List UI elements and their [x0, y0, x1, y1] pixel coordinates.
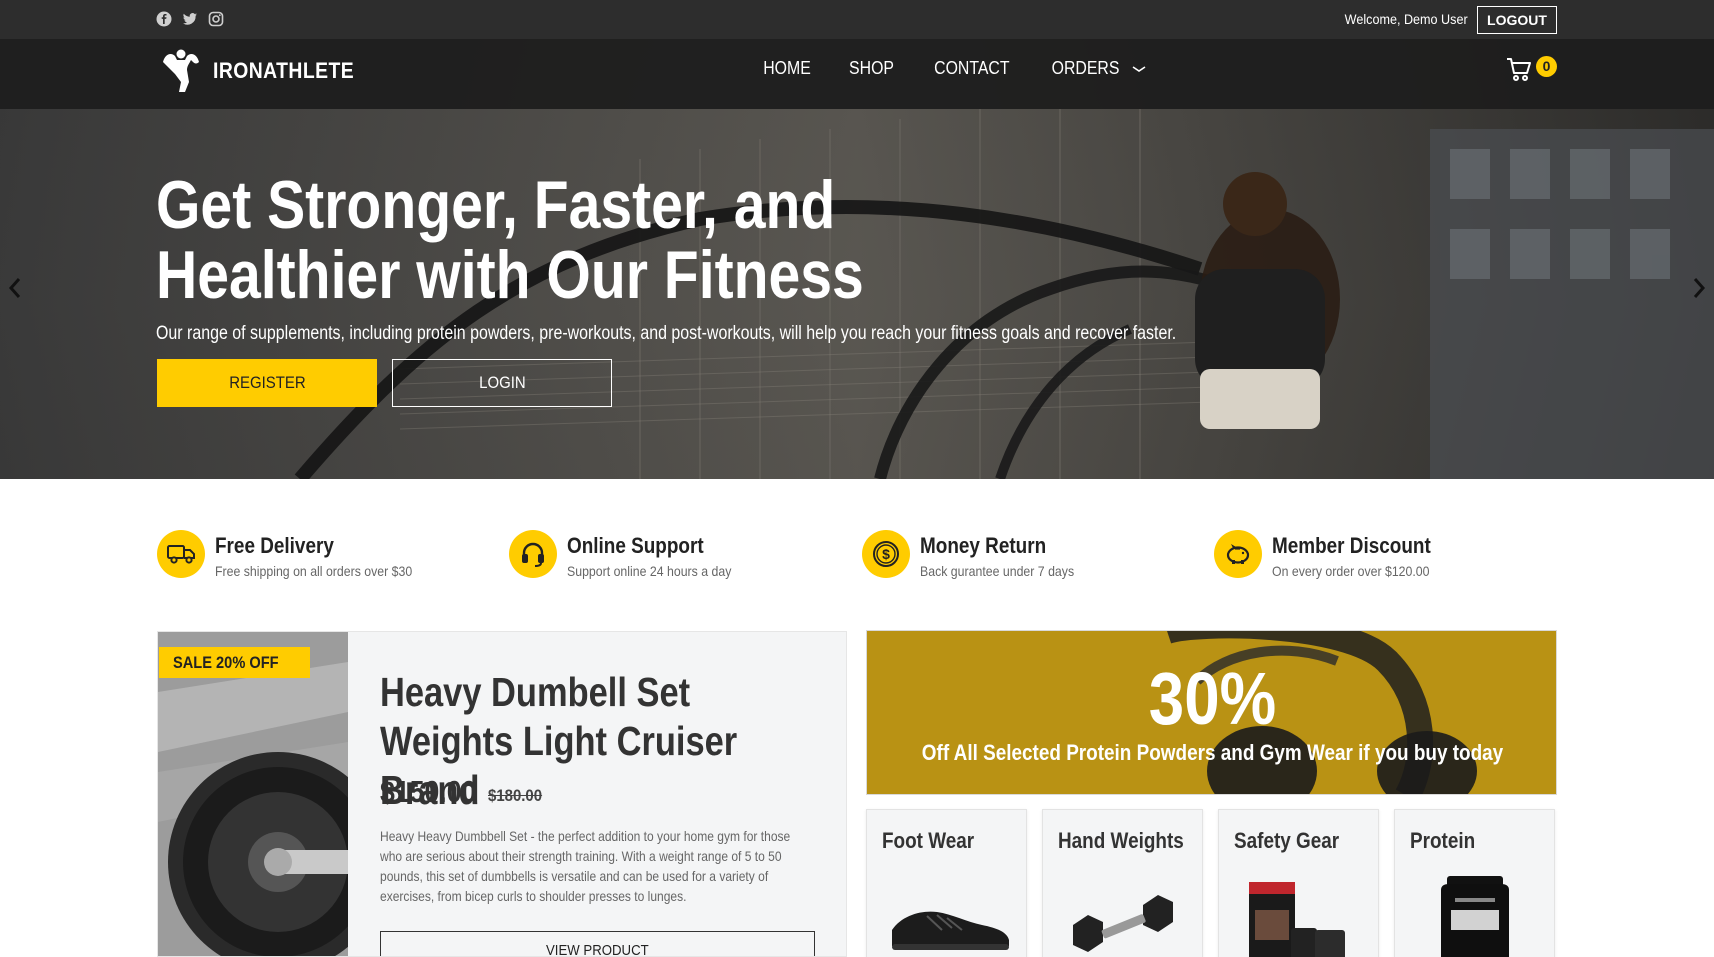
feature-subtitle: Free shipping on all orders over $30: [215, 563, 413, 579]
promo-text: Off All Selected Protein Powders and Gym…: [921, 740, 1504, 765]
sale-badge: SALE 20% OFF: [159, 647, 310, 678]
product-old-price: $180.00: [488, 786, 543, 805]
category-title: Foot Wear: [882, 828, 975, 853]
twitter-icon[interactable]: [182, 11, 198, 27]
register-button[interactable]: REGISTER: [157, 359, 377, 407]
feature-title: Member Discount: [1272, 533, 1431, 558]
category-title: Safety Gear: [1234, 828, 1340, 853]
bodybuilder-logo-icon: [163, 49, 199, 92]
feature-title: Online Support: [567, 533, 704, 558]
featured-product-card: SALE 20% OFF Heavy Dumbell Set Weights L…: [157, 631, 847, 957]
view-product-label: VIEW PRODUCT: [546, 942, 649, 957]
feature-title: Free Delivery: [215, 533, 334, 558]
feature-subtitle: On every order over $120.00: [1272, 563, 1430, 579]
nav-orders-dropdown[interactable]: ORDERS: [1047, 58, 1146, 79]
cart-button[interactable]: [1505, 55, 1533, 88]
nav-home[interactable]: HOME: [763, 58, 811, 79]
protein-tub-image: [1441, 876, 1509, 957]
carousel-next-button[interactable]: [1690, 276, 1708, 300]
view-product-button[interactable]: VIEW PRODUCT: [380, 931, 815, 957]
feature-free-delivery: Free Delivery Free shipping on all order…: [157, 530, 439, 579]
nav-shop[interactable]: SHOP: [849, 58, 894, 79]
cart-icon: [1507, 58, 1531, 81]
product-description: Heavy Heavy Dumbbell Set - the perfect a…: [380, 828, 791, 904]
feature-money-return: $ Money Return Back gurantee under 7 day…: [862, 530, 1095, 579]
category-foot-wear[interactable]: Foot Wear: [866, 809, 1027, 957]
feature-subtitle: Back gurantee under 7 days: [920, 563, 1075, 579]
chevron-down-icon: [1132, 58, 1146, 79]
dumbbell-image: [1073, 895, 1173, 952]
truck-icon: [157, 530, 205, 578]
category-safety-gear[interactable]: Safety Gear: [1218, 809, 1379, 957]
piggy-bank-icon: [1214, 530, 1262, 578]
category-protein[interactable]: Protein: [1394, 809, 1555, 957]
chevron-right-icon: [1693, 278, 1706, 298]
top-bar: Welcome, Demo User LOGOUT: [0, 0, 1714, 39]
shoe-image: [892, 911, 1009, 950]
sale-badge-label: SALE 20% OFF: [173, 653, 279, 672]
category-title: Protein: [1410, 828, 1476, 853]
hero-subtitle: Our range of supplements, including prot…: [156, 323, 1177, 344]
feature-subtitle: Support online 24 hours a day: [567, 563, 732, 579]
welcome-text: Welcome, Demo User: [1344, 11, 1468, 27]
social-links: [156, 11, 224, 27]
brand-name: IRONATHLETE: [213, 58, 355, 83]
nav-orders[interactable]: ORDERS: [1051, 58, 1119, 79]
category-title: Hand Weights: [1058, 828, 1184, 853]
promo-banner[interactable]: 30% Off All Selected Protein Powders and…: [866, 630, 1557, 795]
cart-count-badge: 0: [1536, 56, 1557, 77]
product-image[interactable]: SALE 20% OFF: [158, 632, 348, 956]
dollar-icon: $: [862, 530, 910, 578]
svg-text:$: $: [882, 546, 890, 562]
chevron-left-icon: [8, 278, 21, 298]
feature-title: Money Return: [920, 533, 1047, 558]
wrist-wrap-image: [1249, 882, 1345, 957]
feature-online-support: Online Support Support online 24 hours a…: [509, 530, 754, 579]
feature-member-discount: Member Discount On every order over $120…: [1214, 530, 1457, 579]
register-label: REGISTER: [228, 373, 306, 392]
brand-logo[interactable]: IRONATHLETE: [157, 48, 373, 94]
headset-icon: [509, 530, 557, 578]
hero-title: Get Stronger, Faster, and Healthier with…: [156, 167, 864, 313]
facebook-icon[interactable]: [156, 11, 172, 27]
main-nav: HOME SHOP CONTACT ORDERS: [760, 58, 1146, 79]
product-price: $150.00: [380, 774, 477, 809]
category-hand-weights[interactable]: Hand Weights: [1042, 809, 1203, 957]
carousel-prev-button[interactable]: [6, 276, 24, 300]
instagram-icon[interactable]: [208, 11, 224, 27]
login-label: LOGIN: [478, 373, 526, 392]
promo-percentage: 30%: [1148, 657, 1277, 740]
nav-contact[interactable]: CONTACT: [934, 58, 1009, 79]
barbell-plate-image: [158, 632, 348, 956]
login-button[interactable]: LOGIN: [392, 359, 612, 407]
logout-button[interactable]: LOGOUT: [1477, 6, 1557, 34]
